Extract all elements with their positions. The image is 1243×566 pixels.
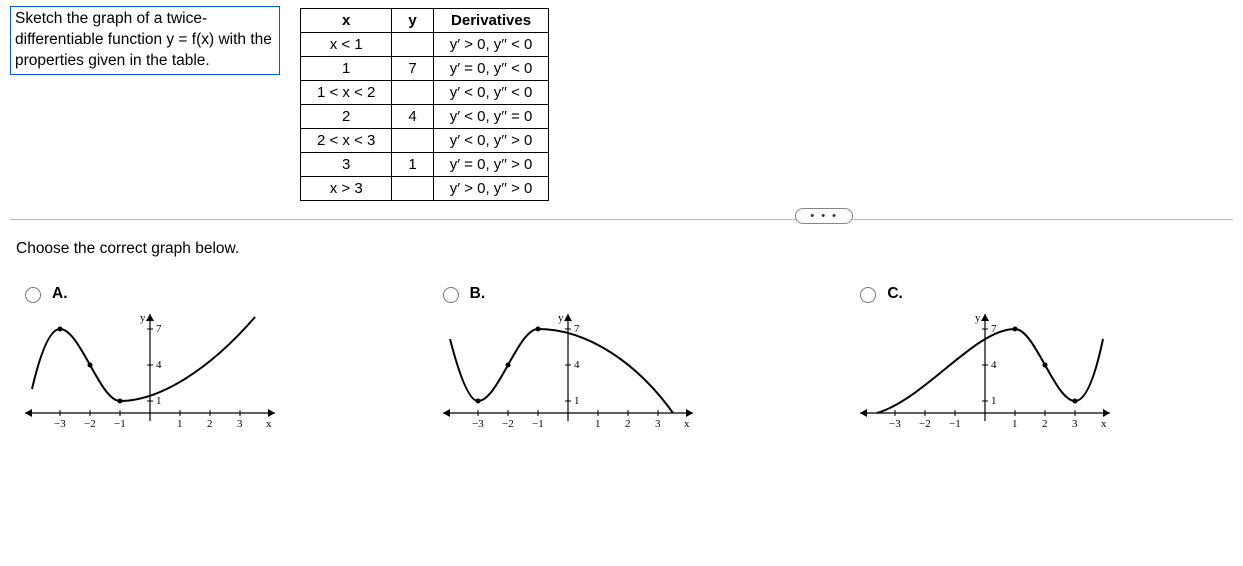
cell-d: y′ = 0, y′′ > 0: [433, 153, 549, 177]
th-deriv: Derivatives: [433, 9, 549, 33]
radio-a[interactable]: [25, 287, 41, 303]
tick-label: −1: [532, 418, 544, 429]
option-a: A. −3 −2 −1 1 2 3 1 4 7 y: [20, 284, 398, 429]
cell-y: 1: [392, 153, 433, 177]
choose-graph-prompt: Choose the correct graph below.: [16, 240, 1233, 258]
graph-b: −3 −2 −1 1 2 3 1 4 7 y x: [438, 309, 698, 429]
cell-x: 2 < x < 3: [301, 129, 392, 153]
graph-a: −3 −2 −1 1 2 3 1 4 7 y x: [20, 309, 280, 429]
tick-label: 1: [156, 395, 162, 407]
derivatives-table: x y Derivatives x < 1 y′ > 0, y′′ < 0 1 …: [300, 8, 549, 201]
tick-label: 3: [237, 418, 243, 429]
axis-label-y: y: [558, 312, 564, 324]
cell-d: y′ < 0, y′′ = 0: [433, 105, 549, 129]
cell-y: [392, 81, 433, 105]
option-b-label[interactable]: B.: [438, 284, 816, 303]
th-y: y: [392, 9, 433, 33]
cell-x: 1: [301, 57, 392, 81]
table-row: x > 3 y′ > 0, y′′ > 0: [301, 177, 549, 201]
cell-y: 4: [392, 105, 433, 129]
cell-d: y′ < 0, y′′ < 0: [433, 81, 549, 105]
tick-label: 4: [991, 359, 997, 371]
tick-label: −2: [502, 418, 514, 429]
table-row: 3 1 y′ = 0, y′′ > 0: [301, 153, 549, 177]
tick-label: 2: [1042, 418, 1048, 429]
table-row: 1 7 y′ = 0, y′′ < 0: [301, 57, 549, 81]
tick-label: −3: [889, 418, 901, 429]
tick-label: 1: [574, 395, 580, 407]
tick-label: 4: [574, 359, 580, 371]
tick-label: −3: [54, 418, 66, 429]
table-row: 2 < x < 3 y′ < 0, y′′ > 0: [301, 129, 549, 153]
tick-label: 1: [991, 395, 997, 407]
question-text: Sketch the graph of a twice-differentiab…: [10, 6, 280, 75]
more-button[interactable]: • • •: [795, 208, 853, 224]
cell-x: 1 < x < 2: [301, 81, 392, 105]
tick-label: 4: [156, 359, 162, 371]
option-a-letter: A.: [52, 285, 68, 303]
cell-x: x > 3: [301, 177, 392, 201]
tick-label: −2: [84, 418, 96, 429]
tick-label: 2: [625, 418, 631, 429]
tick-label: 1: [1012, 418, 1018, 429]
tick-label: 1: [177, 418, 183, 429]
tick-label: −1: [949, 418, 961, 429]
option-c: C. −3 −2 −1 1 2 3 1 4 7 y x: [855, 284, 1233, 429]
th-x: x: [301, 9, 392, 33]
option-c-letter: C.: [887, 285, 903, 303]
cell-y: 7: [392, 57, 433, 81]
cell-d: y′ < 0, y′′ > 0: [433, 129, 549, 153]
tick-label: 1: [595, 418, 601, 429]
table-row: x < 1 y′ > 0, y′′ < 0: [301, 33, 549, 57]
tick-label: −3: [472, 418, 484, 429]
tick-label: −2: [919, 418, 931, 429]
table-row: 1 < x < 2 y′ < 0, y′′ < 0: [301, 81, 549, 105]
axis-label-y: y: [975, 312, 981, 324]
axis-label-y: y: [140, 312, 146, 324]
option-a-label[interactable]: A.: [20, 284, 398, 303]
cell-y: [392, 129, 433, 153]
axis-label-x: x: [266, 418, 272, 429]
radio-c[interactable]: [860, 287, 876, 303]
option-c-label[interactable]: C.: [855, 284, 1233, 303]
cell-d: y′ > 0, y′′ > 0: [433, 177, 549, 201]
tick-label: 3: [655, 418, 661, 429]
tick-label: 2: [207, 418, 213, 429]
tick-label: −1: [114, 418, 126, 429]
graph-c: −3 −2 −1 1 2 3 1 4 7 y x: [855, 309, 1115, 429]
cell-x: 3: [301, 153, 392, 177]
cell-y: [392, 33, 433, 57]
separator-line: [10, 219, 1233, 220]
axis-label-x: x: [684, 418, 690, 429]
tick-label: 7: [156, 323, 162, 335]
cell-x: x < 1: [301, 33, 392, 57]
table-row: 2 4 y′ < 0, y′′ = 0: [301, 105, 549, 129]
radio-b[interactable]: [443, 287, 459, 303]
cell-y: [392, 177, 433, 201]
cell-d: y′ > 0, y′′ < 0: [433, 33, 549, 57]
cell-x: 2: [301, 105, 392, 129]
option-b: B. −3 −2 −1 1 2 3 1 4 7 y x: [438, 284, 816, 429]
axis-label-x: x: [1101, 418, 1107, 429]
option-b-letter: B.: [470, 285, 486, 303]
tick-label: 3: [1072, 418, 1078, 429]
cell-d: y′ = 0, y′′ < 0: [433, 57, 549, 81]
tick-label: 7: [574, 323, 580, 335]
